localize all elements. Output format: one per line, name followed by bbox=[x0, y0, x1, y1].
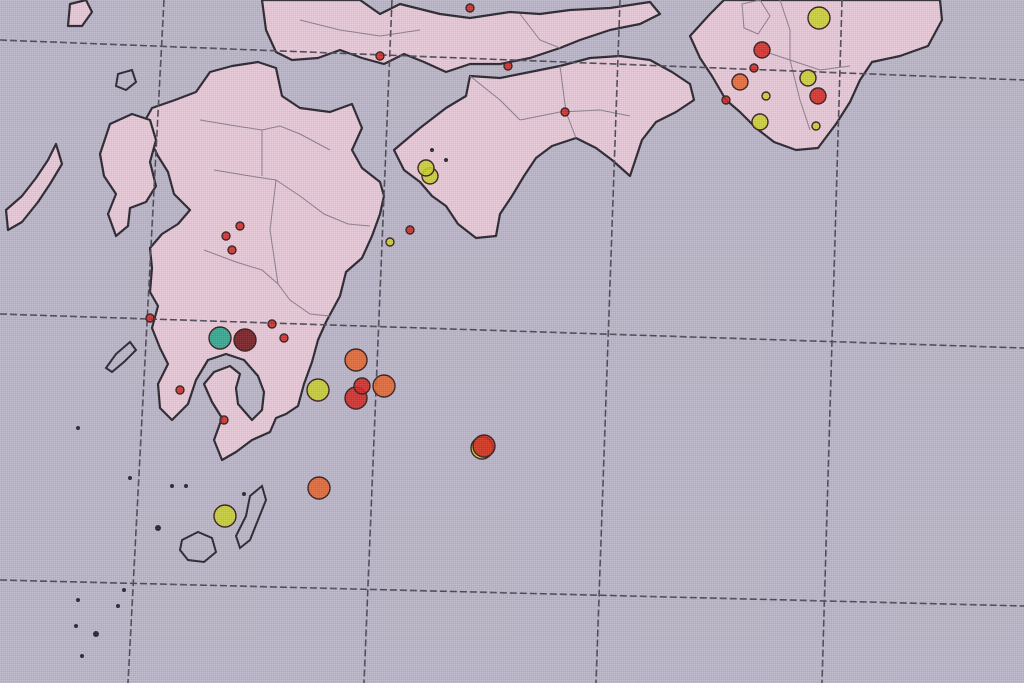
earthquake-marker-m16[interactable] bbox=[405, 225, 415, 235]
earthquake-marker-m26[interactable] bbox=[344, 348, 368, 372]
earthquake-marker-m33[interactable] bbox=[307, 476, 331, 500]
earthquake-marker-m15[interactable] bbox=[385, 237, 395, 247]
earthquake-marker-m19[interactable] bbox=[227, 245, 237, 255]
earthquake-marker-m18[interactable] bbox=[503, 61, 513, 71]
earthquake-marker-m24[interactable] bbox=[267, 319, 277, 329]
earthquake-marker-m2[interactable] bbox=[749, 63, 759, 73]
earthquake-marker-m23[interactable] bbox=[233, 328, 257, 352]
earthquake-marker-m21[interactable] bbox=[221, 231, 231, 241]
earthquake-marker-m37[interactable] bbox=[145, 313, 155, 323]
earthquake-marker-m5[interactable] bbox=[809, 87, 827, 105]
earthquake-marker-m34[interactable] bbox=[213, 504, 237, 528]
earthquake-marker-m14[interactable] bbox=[417, 159, 435, 177]
earthquake-marker-m7[interactable] bbox=[753, 41, 771, 59]
earthquake-marker-m36[interactable] bbox=[219, 415, 229, 425]
earthquake-marker-m9[interactable] bbox=[751, 113, 769, 131]
earthquake-marker-m17[interactable] bbox=[560, 107, 570, 117]
earthquake-marker-m10[interactable] bbox=[811, 121, 821, 131]
earthquake-marker-m3[interactable] bbox=[721, 95, 731, 105]
earthquake-marker-m28[interactable] bbox=[353, 377, 371, 395]
earthquake-marker-m32[interactable] bbox=[472, 434, 496, 458]
earthquake-marker-m6[interactable] bbox=[799, 69, 817, 87]
earthquake-marker-m22[interactable] bbox=[208, 326, 232, 350]
earthquake-marker-m35[interactable] bbox=[175, 385, 185, 395]
earthquake-marker-m12[interactable] bbox=[375, 51, 385, 61]
earthquake-marker-m11[interactable] bbox=[465, 3, 475, 13]
earthquake-map[interactable] bbox=[0, 0, 1024, 683]
earthquake-marker-m1[interactable] bbox=[807, 6, 831, 30]
earthquake-marker-m8[interactable] bbox=[731, 73, 749, 91]
earthquake-marker-m30[interactable] bbox=[372, 374, 396, 398]
earthquake-marker-m29[interactable] bbox=[306, 378, 330, 402]
earthquake-marker-m25[interactable] bbox=[279, 333, 289, 343]
map-viewport[interactable] bbox=[0, 0, 1024, 683]
earthquake-marker-m20[interactable] bbox=[235, 221, 245, 231]
earthquake-marker-m4[interactable] bbox=[761, 91, 771, 101]
